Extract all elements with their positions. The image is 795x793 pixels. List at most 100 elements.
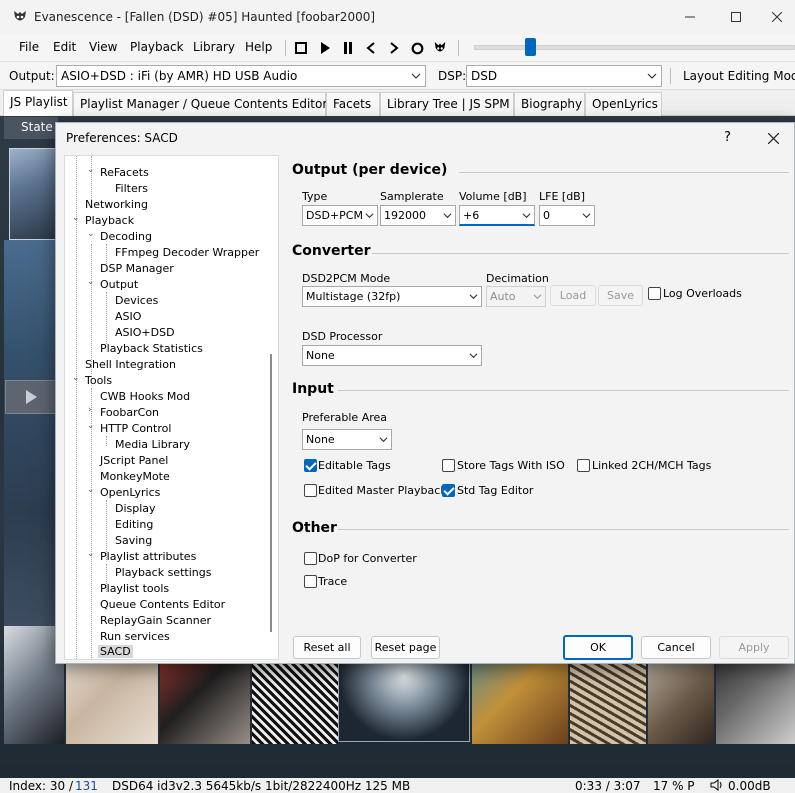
tree-item-devices[interactable]: Devices — [115, 294, 158, 307]
tree-item-dsp-manager[interactable]: DSP Manager — [100, 262, 174, 275]
decimation-combo[interactable]: Auto — [486, 286, 546, 307]
tree-item-foobarcon[interactable]: FoobarCon — [100, 406, 159, 419]
tree-collapse-icon[interactable]: ⌄ — [87, 549, 95, 559]
tree-item-monkeymote[interactable]: MonkeyMote — [100, 470, 170, 483]
dop-for-converter-checkbox[interactable] — [304, 552, 317, 565]
tree-item-playlist-attributes[interactable]: Playlist attributes — [100, 550, 196, 563]
preferences-tree[interactable]: ⌄ ReFacets Filters Networking ⌄ Playback… — [64, 155, 279, 660]
editable-tags-checkbox[interactable] — [304, 459, 317, 472]
tree-item-replaygain-scanner[interactable]: ReplayGain Scanner — [100, 614, 211, 627]
big-play-button[interactable] — [5, 380, 57, 414]
seekbar-track[interactable] — [474, 45, 795, 50]
tree-collapse-icon[interactable]: ⌄ — [87, 277, 95, 287]
foobar-logo-button[interactable] — [431, 39, 449, 57]
menu-view[interactable]: View — [89, 40, 117, 54]
tree-item-display[interactable]: Display — [115, 502, 156, 515]
tree-item-media-library[interactable]: Media Library — [115, 438, 190, 451]
type-combo[interactable]: DSD+PCM — [302, 205, 378, 226]
save-button[interactable]: Save — [598, 285, 643, 306]
tree-expand-icon[interactable]: › — [88, 405, 92, 415]
tree-item-playlist-tools[interactable]: Playlist tools — [100, 582, 169, 595]
state-tab[interactable]: State — [4, 117, 58, 139]
tree-item-networking[interactable]: Networking — [85, 198, 148, 211]
tree-collapse-icon[interactable]: ⌄ — [87, 229, 95, 239]
reset-page-button[interactable]: Reset page — [371, 636, 440, 659]
tree-collapse-icon[interactable]: ⌄ — [72, 373, 80, 383]
tree-item-decoding[interactable]: Decoding — [100, 230, 152, 243]
tree-item-http-control[interactable]: HTTP Control — [100, 422, 171, 435]
tree-item-ffmpeg-decoder-wrapper[interactable]: FFmpeg Decoder Wrapper — [115, 246, 259, 259]
ok-button[interactable]: OK — [563, 635, 633, 660]
log-overloads-checkbox[interactable] — [648, 287, 661, 300]
previous-button[interactable] — [362, 39, 380, 57]
tab-library-tree[interactable]: Library Tree | JS SPM — [380, 92, 514, 116]
store-tags-iso-checkbox[interactable] — [442, 459, 455, 472]
close-window-button[interactable] — [759, 4, 795, 30]
menu-edit[interactable]: Edit — [53, 40, 76, 54]
next-button[interactable] — [385, 39, 403, 57]
dsd2pcm-mode-combo[interactable]: Multistage (32fp) — [302, 286, 482, 307]
menu-help[interactable]: Help — [245, 40, 272, 54]
tree-item-cwb-hooks-mod[interactable]: CWB Hooks Mod — [100, 390, 190, 403]
dsd-processor-combo[interactable]: None — [302, 345, 482, 366]
tree-item-playback-settings[interactable]: Playback settings — [115, 566, 211, 579]
tree-item-sacd[interactable]: SACD — [98, 645, 133, 658]
trace-checkbox[interactable] — [304, 575, 317, 588]
pause-button[interactable] — [339, 39, 357, 57]
menu-playback[interactable]: Playback — [130, 40, 184, 54]
tree-item-shell-integration[interactable]: Shell Integration — [85, 358, 176, 371]
output-device-combo[interactable]: ASIO+DSD : iFi (by AMR) HD USB Audio — [56, 65, 426, 87]
tree-item-output[interactable]: Output — [100, 278, 138, 291]
tree-item-filters[interactable]: Filters — [115, 182, 148, 195]
tree-item-run-services[interactable]: Run services — [100, 630, 170, 643]
random-button[interactable] — [408, 39, 426, 57]
tab-js-playlist[interactable]: JS Playlist — [3, 90, 73, 116]
tree-item-playback[interactable]: Playback — [85, 214, 134, 227]
background-artwork-strip — [4, 240, 58, 630]
apply-button[interactable]: Apply — [719, 636, 789, 659]
tree-collapse-icon[interactable]: ⌄ — [87, 421, 95, 431]
stop-button[interactable] — [292, 39, 310, 57]
album-art-thumbnail[interactable] — [9, 148, 59, 240]
tree-item-asio[interactable]: ASIO — [115, 310, 141, 323]
cancel-button[interactable]: Cancel — [641, 636, 711, 659]
preferable-area-combo[interactable]: None — [302, 429, 392, 450]
tree-collapse-icon[interactable]: ⌄ — [72, 213, 80, 223]
linked-tags-checkbox[interactable] — [577, 459, 590, 472]
lfe-combo[interactable]: 0 — [539, 205, 595, 226]
menu-file[interactable]: File — [19, 40, 39, 54]
samplerate-combo[interactable]: 192000 — [380, 205, 456, 226]
tab-playlist-manager[interactable]: Playlist Manager / Queue Contents Editor — [73, 92, 327, 116]
tree-item-playback-statistics[interactable]: Playback Statistics — [100, 342, 203, 355]
tree-item-saving[interactable]: Saving — [115, 534, 152, 547]
tab-bar: JS Playlist Playlist Manager / Queue Con… — [0, 90, 795, 116]
tree-scrollbar[interactable] — [270, 354, 272, 632]
menu-library[interactable]: Library — [193, 40, 235, 54]
minimize-button[interactable] — [667, 4, 713, 30]
help-button[interactable]: ? — [724, 130, 731, 145]
dsp-combo[interactable]: DSD — [466, 65, 662, 87]
tree-item-openlyrics[interactable]: OpenLyrics — [100, 486, 160, 499]
tree-collapse-icon[interactable]: ⌄ — [87, 165, 95, 175]
tree-item-queue-contents-editor[interactable]: Queue Contents Editor — [100, 598, 225, 611]
speaker-icon[interactable] — [710, 779, 724, 791]
maximize-button[interactable] — [713, 4, 759, 30]
play-button[interactable] — [316, 39, 334, 57]
tree-item-tools[interactable]: Tools — [85, 374, 112, 387]
volume-combo[interactable]: +6 — [459, 205, 535, 226]
tree-item-jscript-panel[interactable]: JScript Panel — [100, 454, 168, 467]
layout-editing-mode-toggle[interactable]: Layout Editing Mode — [683, 69, 795, 83]
tree-collapse-icon[interactable]: ⌄ — [87, 485, 95, 495]
std-tag-editor-checkbox[interactable] — [442, 484, 455, 497]
seekbar-thumb[interactable] — [525, 38, 536, 56]
dialog-close-button[interactable] — [761, 126, 785, 150]
reset-all-button[interactable]: Reset all — [293, 636, 361, 659]
load-button[interactable]: Load — [550, 285, 596, 306]
tree-item-refacets[interactable]: ReFacets — [100, 166, 149, 179]
tab-biography[interactable]: Biography — [514, 92, 585, 116]
tree-item-editing[interactable]: Editing — [115, 518, 153, 531]
edited-master-playback-checkbox[interactable] — [304, 484, 317, 497]
tree-item-asio-dsd[interactable]: ASIO+DSD — [115, 326, 175, 339]
tab-openlyrics[interactable]: OpenLyrics — [585, 92, 662, 116]
tab-facets[interactable]: Facets — [326, 92, 380, 116]
